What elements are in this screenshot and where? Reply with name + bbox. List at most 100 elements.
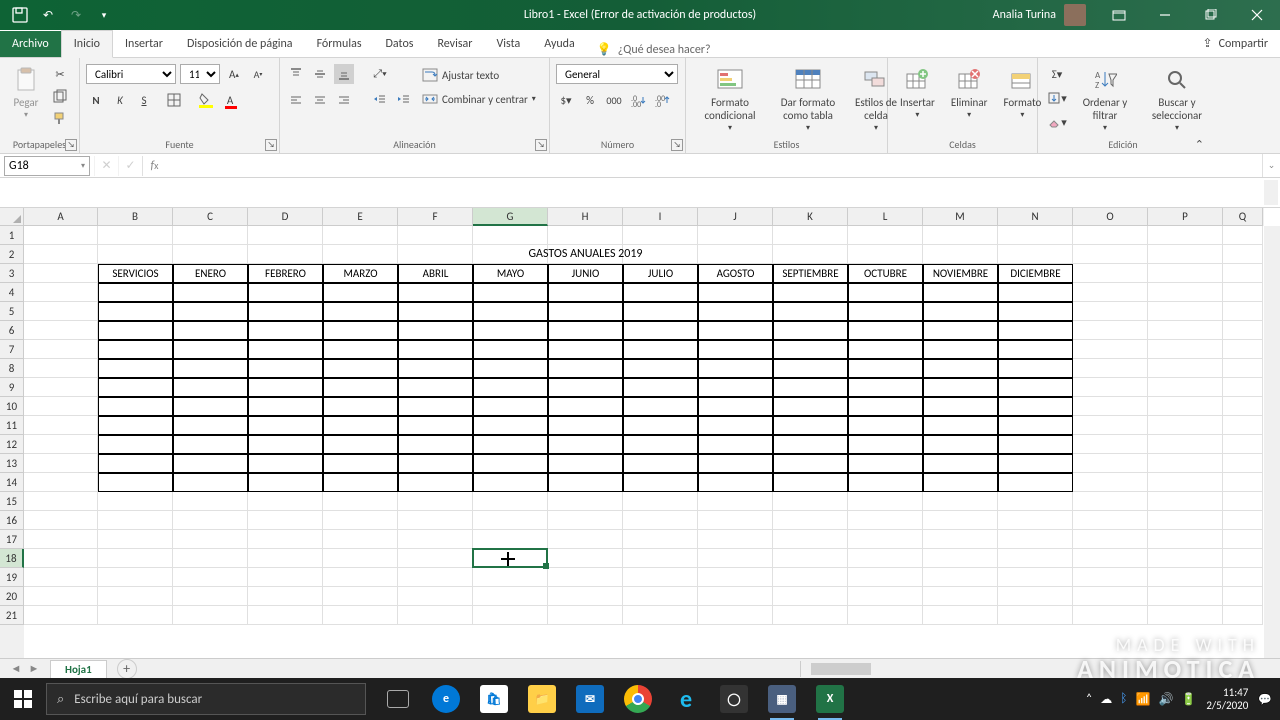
cell-J1[interactable] <box>698 226 773 245</box>
user-account[interactable]: Analia Turina <box>983 4 1096 26</box>
table-cell-D7[interactable] <box>248 340 323 359</box>
name-box-dropdown-icon[interactable]: ▾ <box>81 161 85 171</box>
cell-P12[interactable] <box>1148 435 1223 454</box>
cell-P21[interactable] <box>1148 606 1223 625</box>
align-center-icon[interactable] <box>310 90 330 110</box>
qat-customize-icon[interactable]: ▾ <box>92 3 116 27</box>
cell-D18[interactable] <box>248 549 323 568</box>
cancel-formula-icon[interactable]: ✕ <box>94 156 118 176</box>
cell-Q10[interactable] <box>1223 397 1263 416</box>
table-cell-E14[interactable] <box>323 473 398 492</box>
sheet-nav-next-icon[interactable]: ► <box>26 661 42 677</box>
cell-B21[interactable] <box>98 606 173 625</box>
maximize-button[interactable] <box>1188 0 1234 30</box>
ie-icon[interactable]: e <box>664 678 708 720</box>
table-cell-D3[interactable]: FEBRERO <box>248 264 323 283</box>
table-cell-N3[interactable]: DICIEMBRE <box>998 264 1073 283</box>
cell-I19[interactable] <box>623 568 698 587</box>
table-cell-H14[interactable] <box>548 473 623 492</box>
cell-O7[interactable] <box>1073 340 1148 359</box>
row-header-11[interactable]: 11 <box>0 416 24 435</box>
table-cell-B6[interactable] <box>98 321 173 340</box>
cut-icon[interactable]: ✂ <box>50 64 70 84</box>
row-header-16[interactable]: 16 <box>0 511 24 530</box>
number-format-select[interactable]: General <box>556 64 678 84</box>
cell-C21[interactable] <box>173 606 248 625</box>
cell-K20[interactable] <box>773 587 848 606</box>
fill-icon[interactable]: ▾ <box>1044 88 1070 108</box>
table-title[interactable]: GASTOS ANUALES 2019 <box>98 245 1073 264</box>
table-cell-B8[interactable] <box>98 359 173 378</box>
save-icon[interactable] <box>8 3 32 27</box>
cell-N20[interactable] <box>998 587 1073 606</box>
table-cell-I11[interactable] <box>623 416 698 435</box>
table-cell-C10[interactable] <box>173 397 248 416</box>
cell-I21[interactable] <box>623 606 698 625</box>
cell-A8[interactable] <box>24 359 98 378</box>
table-cell-C6[interactable] <box>173 321 248 340</box>
column-header-F[interactable]: F <box>398 208 473 226</box>
table-cell-J6[interactable] <box>698 321 773 340</box>
table-cell-K12[interactable] <box>773 435 848 454</box>
cell-M15[interactable] <box>923 492 998 511</box>
table-cell-D6[interactable] <box>248 321 323 340</box>
minimize-button[interactable] <box>1142 0 1188 30</box>
vertical-scrollbar[interactable] <box>1264 226 1280 658</box>
cell-P14[interactable] <box>1148 473 1223 492</box>
table-cell-B10[interactable] <box>98 397 173 416</box>
share-button[interactable]: ⇪ Compartir <box>1191 30 1280 57</box>
excel-taskbar-icon[interactable]: X <box>808 678 852 720</box>
cell-N16[interactable] <box>998 511 1073 530</box>
align-top-icon[interactable] <box>286 64 306 84</box>
cell-K21[interactable] <box>773 606 848 625</box>
table-cell-K5[interactable] <box>773 302 848 321</box>
cell-Q16[interactable] <box>1223 511 1263 530</box>
orientation-icon[interactable]: ⤢▾ <box>370 64 390 84</box>
table-cell-I13[interactable] <box>623 454 698 473</box>
table-cell-C8[interactable] <box>173 359 248 378</box>
cell-B1[interactable] <box>98 226 173 245</box>
table-cell-B3[interactable]: SERVICIOS <box>98 264 173 283</box>
tab-home[interactable]: Inicio <box>61 30 113 58</box>
table-cell-F14[interactable] <box>398 473 473 492</box>
sheet-tab-hoja1[interactable]: Hoja1 <box>50 660 107 678</box>
cell-I1[interactable] <box>623 226 698 245</box>
column-header-P[interactable]: P <box>1148 208 1223 226</box>
table-cell-M3[interactable]: NOVIEMBRE <box>923 264 998 283</box>
cell-A16[interactable] <box>24 511 98 530</box>
table-cell-L12[interactable] <box>848 435 923 454</box>
cell-B19[interactable] <box>98 568 173 587</box>
column-headers[interactable]: ABCDEFGHIJKLMNOPQ <box>24 208 1264 226</box>
copy-icon[interactable] <box>50 86 70 106</box>
increase-font-icon[interactable]: A▴ <box>224 64 244 84</box>
merge-center-button[interactable]: Combinar y centrar ▾ <box>418 90 540 108</box>
cell-P4[interactable] <box>1148 283 1223 302</box>
align-middle-icon[interactable] <box>310 64 330 84</box>
cell-L20[interactable] <box>848 587 923 606</box>
table-cell-G12[interactable] <box>473 435 548 454</box>
column-header-H[interactable]: H <box>548 208 623 226</box>
battery-icon[interactable]: 🔋 <box>1181 692 1196 707</box>
table-cell-I12[interactable] <box>623 435 698 454</box>
cell-Q2[interactable] <box>1223 245 1263 264</box>
sort-filter-button[interactable]: AZ Ordenar y filtrar▾ <box>1074 64 1136 136</box>
cell-L18[interactable] <box>848 549 923 568</box>
cell-F15[interactable] <box>398 492 473 511</box>
app-icon-1[interactable]: ◯ <box>712 678 756 720</box>
row-header-8[interactable]: 8 <box>0 359 24 378</box>
cell-E15[interactable] <box>323 492 398 511</box>
table-cell-M14[interactable] <box>923 473 998 492</box>
table-cell-C14[interactable] <box>173 473 248 492</box>
cell-Q5[interactable] <box>1223 302 1263 321</box>
cell-I18[interactable] <box>623 549 698 568</box>
table-cell-I14[interactable] <box>623 473 698 492</box>
row-header-4[interactable]: 4 <box>0 283 24 302</box>
table-cell-D11[interactable] <box>248 416 323 435</box>
cell-L1[interactable] <box>848 226 923 245</box>
cell-M19[interactable] <box>923 568 998 587</box>
wifi-icon[interactable]: 📶 <box>1135 692 1150 707</box>
taskbar-search[interactable]: ⌕ Escribe aquí para buscar <box>46 683 366 715</box>
cell-P10[interactable] <box>1148 397 1223 416</box>
cell-F20[interactable] <box>398 587 473 606</box>
table-cell-E5[interactable] <box>323 302 398 321</box>
